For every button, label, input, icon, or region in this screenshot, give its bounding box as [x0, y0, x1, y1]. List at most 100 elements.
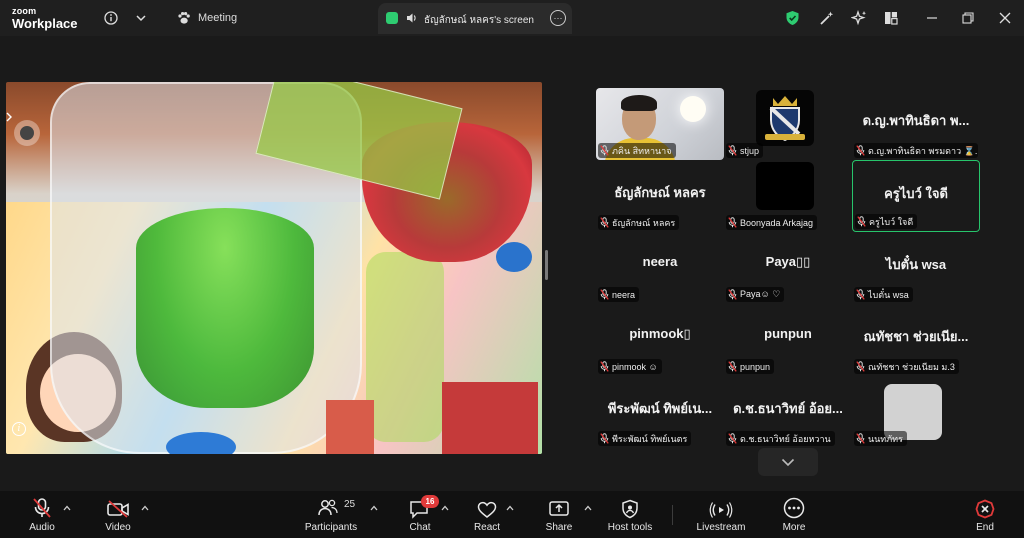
participant-tile[interactable]: พีระพัฒน์ ทิพย์เน... พีระพัฒน์ ทิพย์เนตร — [596, 376, 724, 448]
participant-display-name: Paya▯▯ — [765, 254, 811, 269]
close-window-icon[interactable] — [995, 8, 1015, 28]
minimize-icon[interactable] — [922, 8, 942, 28]
restore-window-icon[interactable] — [958, 8, 978, 28]
video-off-icon — [106, 491, 130, 519]
participant-display-name: ณทัชชา ช่วยเนีย... — [863, 329, 969, 344]
paw-icon — [174, 8, 194, 28]
participant-display-name: ธัญลักษณ์ หลคร — [614, 185, 706, 200]
participant-tile[interactable]: neera neera — [596, 232, 724, 304]
shared-screen-content[interactable] — [6, 82, 542, 454]
meeting-info-icon[interactable] — [101, 8, 121, 28]
mic-muted-icon — [31, 491, 53, 519]
share-badge — [386, 12, 398, 24]
chat-options-caret[interactable] — [440, 503, 450, 513]
school-crest-avatar — [756, 90, 814, 146]
participant-name-label: ด.ช.ธนาวิทย์ อ้อยหวาน — [726, 431, 835, 446]
participant-name-label: ด.ญ.พาทินธิดา พรมดาว ⌛... — [854, 143, 978, 158]
panel-resize-handle[interactable] — [545, 250, 548, 280]
info-icon[interactable]: i — [12, 422, 26, 436]
participant-name-label: ไบตั๋น wsa — [854, 287, 913, 302]
participant-tile[interactable]: ด.ญ.พาทินธิดา พ... ด.ญ.พาทินธิดา พรมดาว … — [852, 88, 980, 160]
shared-screen-tab[interactable]: ธัญลักษณ์ หลคร's screen ··· — [378, 3, 572, 34]
participant-tile[interactable]: ณทัชชา ช่วยเนีย... ณทัชชา ช่วยเนียม ม.3 — [852, 304, 980, 376]
chevron-down-icon — [781, 458, 795, 466]
speaker-icon — [406, 11, 418, 29]
chevron-right-icon[interactable] — [6, 112, 14, 126]
audio-options-caret[interactable] — [62, 503, 72, 513]
participant-name-label: Paya☺ ♡ — [726, 287, 785, 302]
share-label: Share — [545, 522, 573, 533]
video-label: Video — [105, 522, 131, 533]
chevron-down-icon[interactable] — [131, 8, 151, 28]
more-options-icon[interactable]: ··· — [550, 10, 566, 26]
video-button[interactable]: Video — [98, 491, 138, 538]
magic-wand-icon[interactable] — [817, 8, 837, 28]
participant-name-label: ณทัชชา ช่วยเนียม ม.3 — [854, 359, 959, 374]
camera-control-icon[interactable] — [14, 120, 40, 146]
heart-icon — [477, 491, 497, 519]
mic-muted-icon — [600, 289, 609, 300]
participant-tile[interactable]: pinmook▯ pinmook ☺ — [596, 304, 724, 376]
participants-options-caret[interactable] — [369, 503, 379, 513]
participant-display-name: punpun — [764, 326, 812, 341]
react-button[interactable]: React — [470, 491, 504, 538]
mic-muted-icon — [600, 361, 609, 372]
participant-tile[interactable]: ธัญลักษณ์ หลคร ธัญลักษณ์ หลคร — [596, 160, 724, 232]
participant-tile[interactable]: punpun punpun — [724, 304, 852, 376]
video-options-caret[interactable] — [140, 503, 150, 513]
participant-tile[interactable]: stjup — [724, 88, 852, 160]
meeting-toolbar: Audio Video 25 Participants 16 Chat Reac… — [0, 491, 1024, 538]
gallery-next-page-button[interactable] — [758, 448, 818, 476]
audio-button[interactable]: Audio — [22, 491, 62, 538]
mic-muted-icon — [856, 145, 865, 156]
mic-muted-icon — [856, 433, 865, 444]
participant-tile[interactable]: ภคิน สิทหานาจ — [596, 88, 724, 160]
layout-view-icon[interactable] — [881, 8, 901, 28]
participant-tile[interactable]: Boonyada Arkajag — [724, 160, 852, 232]
mic-muted-icon — [600, 217, 609, 228]
audio-label: Audio — [29, 522, 55, 533]
participant-display-name: พีระพัฒน์ ทิพย์เน... — [607, 401, 713, 416]
livestream-icon — [709, 491, 733, 519]
ai-sparkle-icon[interactable] — [849, 8, 869, 28]
shield-icon — [621, 491, 639, 519]
chat-unread-badge: 16 — [421, 495, 439, 508]
participant-tile[interactable]: ด.ช.ธนาวิทย์ อ้อย... ด.ช.ธนาวิทย์ อ้อยหว… — [724, 376, 852, 448]
more-label: More — [782, 522, 806, 533]
mic-muted-icon — [728, 289, 737, 300]
logo-line1: zoom — [12, 6, 37, 16]
mic-muted-icon — [728, 433, 737, 444]
toy-house-image — [326, 400, 374, 454]
share-button[interactable]: Share — [542, 491, 576, 538]
chat-button[interactable]: 16 Chat — [402, 491, 439, 538]
participant-tile[interactable]: นนทภัทร — [852, 376, 980, 448]
meeting-label[interactable]: Meeting — [198, 12, 237, 24]
end-meeting-button[interactable]: End — [968, 491, 1002, 538]
participants-button[interactable]: 25 Participants — [302, 491, 360, 538]
mic-muted-icon — [600, 145, 609, 156]
end-label: End — [976, 522, 994, 533]
react-options-caret[interactable] — [505, 503, 515, 513]
host-tools-button[interactable]: Host tools — [604, 491, 656, 538]
livestream-button[interactable]: Livestream — [694, 491, 748, 538]
participant-display-name: ครูไบว์ ใจดี — [884, 186, 948, 201]
participant-name-label: pinmook ☺ — [598, 359, 662, 374]
participant-tile-active-speaker[interactable]: ครูไบว์ ใจดี ครูไบว์ ใจดี — [852, 160, 980, 232]
more-button[interactable]: More — [776, 491, 812, 538]
bottle-cap-image — [496, 242, 532, 272]
shared-screen-title: ธัญลักษณ์ หลคร's screen — [424, 15, 534, 26]
participant-name-label: punpun — [726, 359, 775, 374]
share-options-caret[interactable] — [583, 503, 593, 513]
mic-muted-icon — [856, 289, 865, 300]
security-shield-icon[interactable] — [782, 8, 802, 28]
mic-muted-icon — [857, 216, 866, 227]
participant-video-off — [756, 162, 814, 210]
mic-muted-icon — [728, 217, 737, 228]
participant-name-label: นนทภัทร — [854, 431, 907, 446]
participant-name-label: ธัญลักษณ์ หลคร — [598, 215, 680, 230]
participant-tile[interactable]: ไบตั๋น wsa ไบตั๋น wsa — [852, 232, 980, 304]
participant-tile[interactable]: Paya▯▯ Paya☺ ♡ — [724, 232, 852, 304]
participant-name-label: ครูไบว์ ใจดี — [855, 214, 918, 229]
bottle-cap-image — [166, 432, 236, 454]
logo-line2: Workplace — [12, 16, 78, 31]
